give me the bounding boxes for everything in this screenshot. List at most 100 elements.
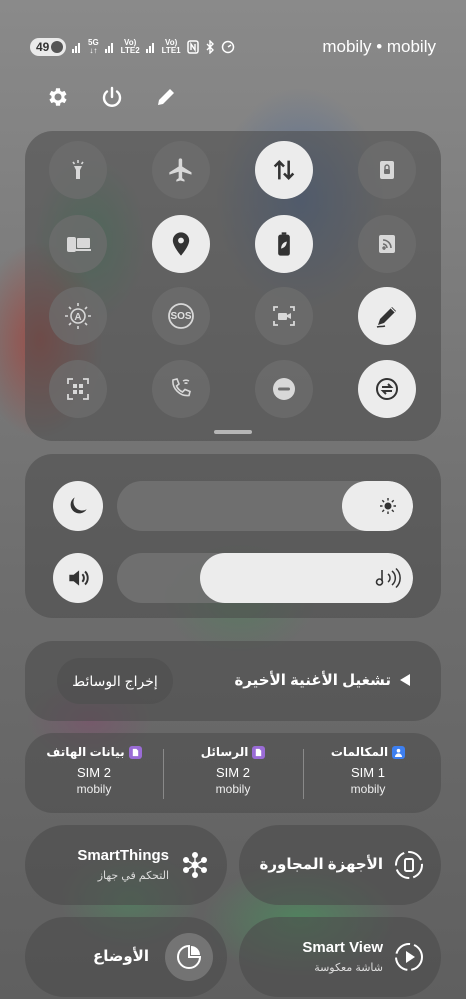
sim-data-operator: mobily <box>76 782 112 796</box>
smartthings-subtitle: التحكم في جهاز <box>97 870 169 882</box>
smartthings-icon <box>177 847 213 883</box>
moon-icon <box>70 497 87 514</box>
speaker-icon <box>69 570 89 586</box>
sim-messages-operator: mobily <box>215 782 251 796</box>
sos-label: SOS <box>170 310 192 322</box>
tile-secure-folder[interactable] <box>358 141 416 199</box>
battery-indicator: 49 <box>30 38 66 56</box>
power-button[interactable] <box>97 82 127 112</box>
gear-icon <box>49 88 67 106</box>
sim-data-title: بيانات الهاتف <box>46 745 125 759</box>
sim-data-header: بيانات الهاتف <box>25 745 163 759</box>
play-last-song[interactable]: تشغيل الأغنية الأخيرة <box>234 671 411 689</box>
modes-title: الأوضاع <box>92 948 149 965</box>
volte2-bottom-label: LTE2 <box>120 46 140 55</box>
smart-view-title: Smart View <box>302 939 383 956</box>
sim-calls-title: المكالمات <box>330 745 389 759</box>
smart-view-icon <box>391 939 427 975</box>
edit-button[interactable] <box>151 82 181 112</box>
battery-level: 49 <box>36 40 50 54</box>
smartthings-title: SmartThings <box>77 847 169 864</box>
volte1-indicator: Vo) LTE1 <box>162 39 181 55</box>
panel-expand-handle[interactable] <box>214 430 252 434</box>
sim-calls[interactable]: المكالمات SIM 1 mobily <box>299 745 437 796</box>
sim-manager-panel[interactable]: المكالمات SIM 1 mobily الرسائل SIM 2 mob… <box>25 733 441 813</box>
nearby-devices-icon <box>391 847 427 883</box>
volume-slider[interactable] <box>117 553 413 603</box>
tile-wifi-calling[interactable] <box>152 360 210 418</box>
night-mode-button[interactable] <box>53 481 103 531</box>
auto-brightness-icon: A <box>65 303 91 329</box>
signal-icon <box>72 41 82 53</box>
settings-button[interactable] <box>43 82 73 112</box>
bluetooth-icon <box>206 40 214 54</box>
svg-text:A: A <box>74 312 81 323</box>
sim-calls-sim: SIM 1 <box>351 765 385 780</box>
sim-messages[interactable]: الرسائل SIM 2 mobily <box>164 745 302 796</box>
sim-card-icon <box>128 745 142 759</box>
tile-do-not-disturb[interactable] <box>255 360 313 418</box>
network-5g-label: 5G <box>88 38 99 47</box>
smart-view-card[interactable]: Smart View شاشة معكوسة <box>239 917 441 997</box>
nearby-devices-title: الأجهزة المجاورة <box>259 856 383 873</box>
media-output-button[interactable]: إخراج الوسائط <box>57 658 173 704</box>
play-last-song-label: تشغيل الأغنية الأخيرة <box>234 672 391 689</box>
signal-icon <box>145 41 156 53</box>
tile-qr-scanner[interactable] <box>49 360 107 418</box>
do-not-disturb-icon <box>273 378 295 400</box>
sim-calls-header: المكالمات <box>299 745 437 759</box>
sync-icon <box>376 378 398 400</box>
volte2-indicator: Vo) LTE2 <box>121 39 140 55</box>
link-to-windows-icon <box>67 237 91 252</box>
status-icons: 5G ↓↑ Vo) LTE2 Vo) LTE1 <box>72 37 235 57</box>
tile-location[interactable] <box>152 215 210 273</box>
smart-view-subtitle: شاشة معكوسة <box>314 962 383 974</box>
flashlight-icon <box>72 160 84 179</box>
play-icon <box>400 674 410 686</box>
nearby-devices-card[interactable]: الأجهزة المجاورة <box>239 825 441 905</box>
tile-sync[interactable] <box>358 360 416 418</box>
qr-scanner-icon <box>67 378 89 400</box>
tile-screen-recorder[interactable] <box>255 287 313 345</box>
pencil-icon <box>158 89 174 105</box>
airplane-icon <box>169 158 192 182</box>
sim-messages-header: الرسائل <box>164 745 302 759</box>
sound-mode-button[interactable] <box>53 553 103 603</box>
tile-airplane-mode[interactable] <box>152 141 210 199</box>
data-saver-icon <box>221 40 234 54</box>
power-icon <box>102 86 122 107</box>
media-panel: إخراج الوسائط تشغيل الأغنية الأخيرة <box>25 641 441 721</box>
location-icon <box>172 232 190 256</box>
brightness-slider[interactable] <box>117 481 413 531</box>
tile-link-to-windows[interactable] <box>49 215 107 273</box>
tile-auto-brightness[interactable]: A <box>49 287 107 345</box>
tile-pen[interactable] <box>358 287 416 345</box>
media-volume-icon <box>375 567 401 589</box>
cast-icon <box>379 235 395 253</box>
power-saving-icon <box>278 232 290 256</box>
sim-messages-sim: SIM 2 <box>216 765 250 780</box>
brightness-slider-fill <box>341 481 413 531</box>
nfc-icon <box>186 40 199 54</box>
sim-card-icon <box>252 745 266 759</box>
divider <box>163 749 164 799</box>
quick-settings-panel: A SOS <box>25 131 441 441</box>
tile-power-saving[interactable] <box>255 215 313 273</box>
sim-data-sim: SIM 2 <box>77 765 111 780</box>
tile-cast[interactable] <box>358 215 416 273</box>
sun-icon <box>380 498 396 514</box>
volte1-bottom-label: LTE1 <box>161 46 181 55</box>
modes-card[interactable]: الأوضاع <box>25 917 227 997</box>
smartthings-card[interactable]: SmartThings التحكم في جهاز <box>25 825 227 905</box>
signal-icon <box>104 41 115 53</box>
tile-flashlight[interactable] <box>49 141 107 199</box>
wifi-calling-icon <box>172 378 191 397</box>
battery-leaf-icon <box>51 41 63 53</box>
modes-icon <box>165 933 213 981</box>
mobile-data-icon <box>273 160 295 180</box>
person-icon <box>392 745 406 759</box>
tile-sos[interactable]: SOS <box>152 287 210 345</box>
sim-mobile-data[interactable]: بيانات الهاتف SIM 2 mobily <box>25 745 163 796</box>
tile-mobile-data[interactable] <box>255 141 313 199</box>
carrier-label: mobily • mobily <box>322 37 436 56</box>
